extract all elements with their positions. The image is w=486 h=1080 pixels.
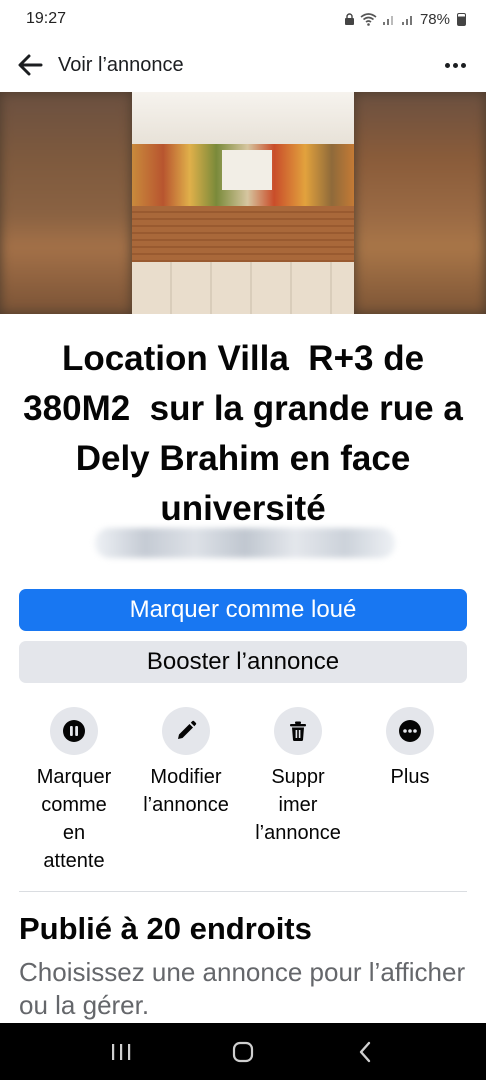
action-label: Modifier l’annonce: [143, 766, 229, 816]
photo-blur-background: [0, 92, 132, 314]
signal-icon: [382, 15, 393, 25]
status-icons: 78%: [344, 11, 466, 28]
action-label: Suppr imer l’annonce: [255, 766, 341, 844]
more-action[interactable]: Plus: [354, 707, 466, 875]
section-divider: [19, 891, 467, 892]
back-nav-button[interactable]: [345, 1032, 385, 1072]
recent-apps-icon: [112, 1043, 131, 1060]
home-icon: [232, 1041, 254, 1062]
pencil-icon: [178, 720, 197, 739]
listing-title: Location Villa R+3 de 380M2 sur la grand…: [23, 339, 473, 528]
more-options-button[interactable]: [440, 51, 470, 79]
action-label: Marquer comme en attente: [36, 766, 112, 872]
action-icon-circle[interactable]: [274, 707, 322, 755]
battery-icon: [457, 12, 466, 26]
trash-icon: [290, 721, 306, 742]
system-navigation-bar: [0, 1023, 486, 1080]
boost-listing-button[interactable]: Booster l’annonce: [19, 641, 467, 683]
more-horizontal-icon: [399, 720, 421, 742]
action-icon-circle[interactable]: [162, 707, 210, 755]
listing-actions: Marquer comme en attente Modifier l’anno…: [18, 707, 468, 875]
home-button[interactable]: [223, 1032, 263, 1072]
listing-photo[interactable]: [132, 92, 354, 314]
battery-percent: 78%: [419, 10, 450, 28]
published-subtitle: Choisissez une annonce pour l’afficher o…: [19, 957, 466, 1020]
top-app-bar: Voir l’annonce: [0, 38, 486, 92]
edit-listing-action[interactable]: Modifier l’annonce: [130, 707, 242, 875]
action-label: Plus: [390, 766, 430, 788]
listing-photo-carousel[interactable]: [0, 92, 486, 314]
action-icon-circle[interactable]: [50, 707, 98, 755]
status-time: 19:27: [26, 10, 67, 27]
photo-blur-background: [354, 92, 486, 314]
wifi-icon: [360, 12, 377, 26]
action-icon-circle[interactable]: [386, 707, 434, 755]
page-title: Voir l’annonce: [58, 53, 184, 76]
signal-icon: [401, 15, 412, 25]
status-bar: 19:27 78%: [0, 0, 486, 38]
delete-listing-action[interactable]: Suppr imer l’annonce: [242, 707, 354, 875]
mark-pending-action[interactable]: Marquer comme en attente: [18, 707, 130, 875]
mark-rented-button[interactable]: Marquer comme loué: [19, 589, 467, 631]
published-title: Publié à 20 endroits: [19, 911, 312, 946]
recent-apps-button[interactable]: [101, 1032, 141, 1072]
lock-icon: [344, 12, 354, 25]
blurred-price: [95, 528, 395, 558]
arrow-left-icon: [18, 54, 43, 76]
back-chevron-icon: [359, 1041, 371, 1062]
back-button[interactable]: [16, 51, 44, 79]
pause-icon: [63, 720, 85, 742]
more-horizontal-icon: [444, 62, 450, 68]
